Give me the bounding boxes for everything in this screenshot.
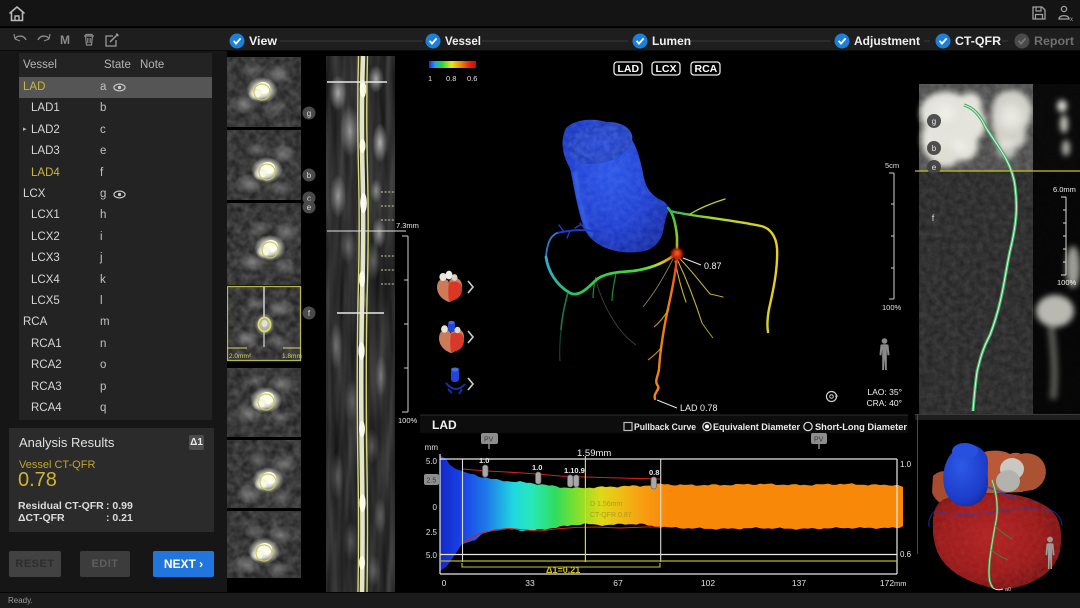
svg-text:LCX: LCX <box>656 63 677 75</box>
svg-text:Δ1=0.21: Δ1=0.21 <box>546 565 580 575</box>
svg-text:LAD: LAD <box>432 418 457 432</box>
svg-text:100%: 100% <box>398 416 418 425</box>
svg-text:LAO: 35°: LAO: 35° <box>867 387 902 397</box>
svg-text:67: 67 <box>613 578 623 588</box>
svg-text:2.5: 2.5 <box>426 528 438 537</box>
svg-text:1.0: 1.0 <box>532 463 542 472</box>
svg-text:0.6: 0.6 <box>900 550 912 559</box>
svg-text:g: g <box>307 109 311 118</box>
svg-text:2.5: 2.5 <box>427 478 437 485</box>
svg-text:100%: 100% <box>882 303 902 312</box>
svg-text:1.0: 1.0 <box>900 460 912 469</box>
svg-text:Lumen: Lumen <box>652 34 691 48</box>
svg-text:Pullback Curve: Pullback Curve <box>634 422 696 433</box>
svg-text:7.3mm: 7.3mm <box>396 221 419 230</box>
svg-text:2.0mm²: 2.0mm² <box>229 353 252 360</box>
svg-text:CRA: 40°: CRA: 40° <box>866 398 902 408</box>
svg-text:33: 33 <box>525 578 535 588</box>
svg-text:g: g <box>932 117 936 126</box>
svg-text:D 1.56mm: D 1.56mm <box>590 501 622 508</box>
svg-text:0.8: 0.8 <box>649 468 659 477</box>
svg-text:Equivalent Diameter: Equivalent Diameter <box>713 422 800 433</box>
svg-text:mm: mm <box>894 579 907 588</box>
svg-text:1.59mm: 1.59mm <box>577 448 611 459</box>
svg-text:172: 172 <box>880 578 894 588</box>
svg-text:Short-Long Diameter: Short-Long Diameter <box>815 422 907 433</box>
svg-text:1.0: 1.0 <box>479 456 489 465</box>
svg-text:Vessel: Vessel <box>445 34 481 48</box>
svg-text:137: 137 <box>792 578 806 588</box>
svg-text:View: View <box>249 34 278 48</box>
svg-text:Adjustment: Adjustment <box>854 34 920 48</box>
svg-text:LAD: LAD <box>618 63 640 75</box>
svg-text:PV: PV <box>484 437 494 444</box>
svg-text:0: 0 <box>442 578 447 588</box>
svg-text:PV: PV <box>814 437 824 444</box>
svg-text:102: 102 <box>701 578 715 588</box>
svg-text:x: x <box>1070 17 1073 22</box>
svg-text:1: 1 <box>428 74 432 83</box>
svg-text:b: b <box>307 171 312 180</box>
svg-text:CT-QFR: CT-QFR <box>955 34 1001 48</box>
svg-text:5.0: 5.0 <box>426 457 438 466</box>
svg-text:0.87: 0.87 <box>704 261 722 271</box>
svg-text:1.8mm: 1.8mm <box>282 353 302 360</box>
svg-text:e: e <box>932 163 937 172</box>
svg-text:0: 0 <box>433 503 438 512</box>
svg-text:5cm: 5cm <box>885 161 899 170</box>
svg-text:LAD 0.78: LAD 0.78 <box>680 403 718 413</box>
svg-text:b: b <box>932 144 937 153</box>
svg-text:mm: mm <box>425 443 439 452</box>
svg-text:6.0mm: 6.0mm <box>1053 185 1076 194</box>
svg-text:Report: Report <box>1034 34 1074 48</box>
svg-text:100%: 100% <box>1057 278 1077 287</box>
svg-text:e: e <box>307 203 312 212</box>
svg-text:M: M <box>60 33 70 47</box>
svg-text:0.6: 0.6 <box>467 74 477 83</box>
svg-text:RCA: RCA <box>695 63 718 75</box>
svg-text:0.8: 0.8 <box>446 74 456 83</box>
svg-text:1.10.9: 1.10.9 <box>564 466 585 475</box>
svg-text:CT-QFR 0.87: CT-QFR 0.87 <box>590 512 632 519</box>
svg-text:5.0: 5.0 <box>426 551 438 560</box>
